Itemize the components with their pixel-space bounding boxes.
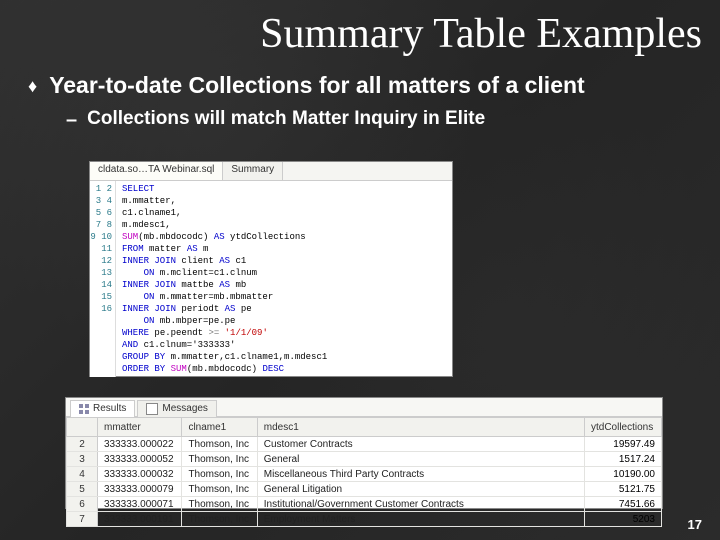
table-header-row: mmatter clname1 mdesc1 ytdCollections	[67, 418, 662, 437]
results-tab-label: Results	[93, 403, 126, 414]
sql-code[interactable]: SELECT m.mmatter, c1.clname1, m.mdesc1, …	[116, 181, 452, 377]
results-table: mmatter clname1 mdesc1 ytdCollections 23…	[66, 417, 662, 527]
col-ytdcollections: ytdCollections	[584, 418, 661, 437]
bullet-1-text: Year-to-date Collections for all matters…	[49, 72, 585, 99]
sql-tab-file[interactable]: cldata.so…TA Webinar.sql	[90, 162, 223, 180]
table-row[interactable]: 6333333.000071Thomson, IncInstitutional/…	[67, 497, 662, 512]
sub-bullet-1-text: Collections will match Matter Inquiry in…	[87, 108, 485, 130]
diamond-icon: ♦	[28, 72, 37, 100]
message-icon	[146, 403, 158, 415]
table-row[interactable]: 3333333.000052Thomson, IncGeneral1517.24	[67, 452, 662, 467]
page-number: 17	[688, 517, 702, 532]
results-tab[interactable]: Results	[70, 400, 135, 417]
col-mdesc1: mdesc1	[257, 418, 584, 437]
sql-editor: cldata.so…TA Webinar.sql Summary 1 2 3 4…	[90, 162, 452, 376]
dash-icon: –	[66, 108, 77, 132]
grid-icon	[79, 404, 89, 414]
col-clname1: clname1	[182, 418, 257, 437]
results-pane: Results Messages mmatter clname1 mdesc1 …	[66, 398, 662, 508]
messages-tab-label: Messages	[162, 403, 208, 414]
table-row[interactable]: 5333333.000079Thomson, IncGeneral Litiga…	[67, 482, 662, 497]
sql-code-area: 1 2 3 4 5 6 7 8 9 10 11 12 13 14 15 16 S…	[90, 181, 452, 377]
line-gutter: 1 2 3 4 5 6 7 8 9 10 11 12 13 14 15 16	[90, 181, 116, 377]
table-row[interactable]: 4333333.000032Thomson, IncMiscellaneous …	[67, 467, 662, 482]
table-row[interactable]: 2333333.000022Thomson, IncCustomer Contr…	[67, 437, 662, 452]
messages-tab[interactable]: Messages	[137, 400, 217, 417]
col-mmatter: mmatter	[98, 418, 182, 437]
sql-tab-bar: cldata.so…TA Webinar.sql Summary	[90, 162, 452, 181]
sql-tab-summary[interactable]: Summary	[223, 162, 283, 180]
sub-bullet-1: – Collections will match Matter Inquiry …	[0, 100, 720, 132]
slide-title: Summary Table Examples	[0, 0, 720, 58]
table-row[interactable]: 7333333.000191Thomson, IncEmployment Mat…	[67, 512, 662, 527]
results-tab-bar: Results Messages	[66, 398, 662, 417]
bullet-1: ♦ Year-to-date Collections for all matte…	[0, 58, 720, 100]
col-rownum	[67, 418, 98, 437]
